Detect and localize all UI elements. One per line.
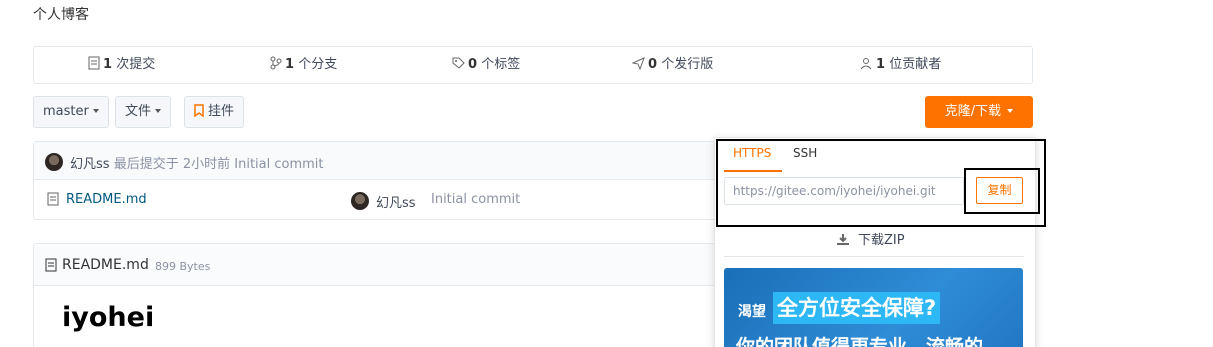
stat-contributors[interactable]: 1 位贡献者 <box>859 47 941 83</box>
branch-icon <box>270 56 282 70</box>
widget-button[interactable]: 挂件 <box>184 96 245 128</box>
readme-panel: README.md 899 Bytes iyohei <box>33 243 723 347</box>
ad-small-text: 渴望 <box>738 304 766 320</box>
readme-filename: README.md <box>62 257 149 273</box>
commit-prefix: 最后提交于 <box>113 157 179 172</box>
highlight-box-copy <box>964 168 1040 214</box>
stat-tags[interactable]: 0 个标签 <box>452 47 520 83</box>
ad-banner[interactable]: 渴望 全方位安全保障? 你的团队值得更专业、流畅的 <box>724 268 1023 347</box>
ad-headline: 全方位安全保障? <box>773 292 941 324</box>
files-dropdown[interactable]: 文件 <box>115 96 172 128</box>
contributors-icon <box>860 58 872 70</box>
file-icon <box>47 192 59 206</box>
file-icon <box>45 258 57 272</box>
chevron-down-icon <box>1007 109 1014 113</box>
chevron-down-icon <box>155 109 162 113</box>
file-name[interactable]: README.md <box>66 192 147 207</box>
readme-size: 899 Bytes <box>155 260 211 273</box>
file-commit-message[interactable]: Initial commit <box>431 192 520 207</box>
readme-heading: iyohei <box>62 302 155 333</box>
commit-author[interactable]: 幻凡ss <box>70 157 110 172</box>
stat-commits[interactable]: 1 次提交 <box>88 47 155 83</box>
repo-stats-bar: 1 次提交 1 个分支 0 个标签 0 个发行版 1 位贡献者 <box>33 46 1033 84</box>
commit-message[interactable]: Initial commit <box>234 157 323 172</box>
commit-icon <box>88 56 100 70</box>
tag-icon <box>452 57 465 69</box>
readme-header: README.md 899 Bytes <box>34 244 722 286</box>
avatar[interactable] <box>351 192 369 210</box>
commit-time: 2小时前 <box>182 157 231 172</box>
avatar[interactable] <box>45 153 63 171</box>
download-icon <box>837 234 849 245</box>
latest-commit-box: 幻凡ss 最后提交于 2小时前 Initial commit README.md… <box>33 141 723 220</box>
ad-subline: 你的团队值得更专业、流畅的 <box>736 336 984 347</box>
latest-commit-header: 幻凡ss 最后提交于 2小时前 Initial commit <box>34 142 722 180</box>
chevron-down-icon <box>92 109 99 113</box>
clone-download-button[interactable]: 克隆/下载 <box>925 96 1033 128</box>
stat-releases[interactable]: 0 个发行版 <box>631 47 713 83</box>
download-zip-link[interactable]: 下载ZIP <box>836 229 905 248</box>
bookmark-icon <box>194 104 204 118</box>
divider <box>724 256 1024 257</box>
release-icon <box>631 57 645 71</box>
file-row: README.md 幻凡ss Initial commit <box>34 180 722 220</box>
branch-select[interactable]: master <box>33 96 109 128</box>
stat-branches[interactable]: 1 个分支 <box>270 47 337 83</box>
file-author[interactable]: 幻凡ss <box>376 192 416 211</box>
repo-description: 个人博客 <box>33 7 89 23</box>
